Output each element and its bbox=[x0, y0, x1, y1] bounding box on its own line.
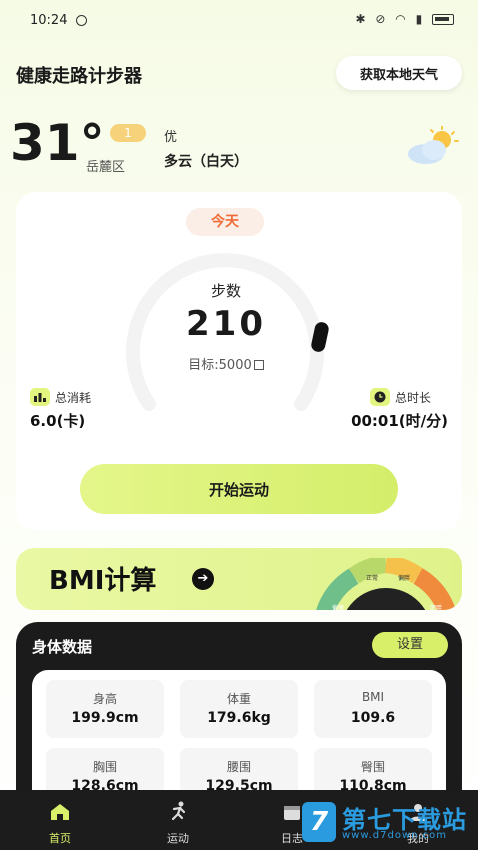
duration-metric: 总时长 bbox=[370, 388, 431, 406]
get-local-weather-button[interactable]: 获取本地天气 bbox=[336, 56, 462, 90]
cell-label: 体重 bbox=[226, 692, 251, 706]
watermark-logo: 7 bbox=[302, 802, 336, 842]
nav-label-home: 首页 bbox=[49, 832, 71, 845]
gauge-label-overweight: 偏胖 bbox=[398, 574, 410, 582]
aqi-level: 优 bbox=[164, 130, 178, 145]
duration-label: 总时长 bbox=[395, 390, 432, 405]
cell-value: 199.9cm bbox=[71, 710, 139, 726]
nav-item-exercise[interactable]: 运动 bbox=[130, 790, 226, 850]
body-data-cell[interactable]: 身高 199.9cm bbox=[46, 680, 164, 738]
status-time: 10:24 bbox=[30, 13, 68, 28]
arrow-right-icon[interactable]: ➔ bbox=[192, 568, 214, 590]
system-icons: ✱ ⊘ ◠ ▮ bbox=[356, 12, 454, 26]
clock-icon bbox=[370, 388, 390, 406]
bmi-banner-title: BMI计算 bbox=[49, 566, 157, 596]
cell-value: 109.6 bbox=[350, 710, 396, 726]
bar-chart-icon bbox=[30, 388, 50, 406]
today-tab[interactable]: 今天 bbox=[186, 208, 264, 236]
aqi-badge: 1 bbox=[110, 124, 146, 142]
district-label: 岳麓区 bbox=[86, 160, 126, 175]
step-goal[interactable]: 目标:5000 bbox=[16, 354, 436, 373]
watermark-url: www.d7down.com bbox=[342, 830, 448, 841]
cell-label: BMI bbox=[361, 690, 385, 704]
steps-label: 步数 bbox=[210, 282, 241, 300]
home-icon bbox=[51, 804, 69, 820]
start-exercise-button[interactable]: 开始运动 bbox=[80, 464, 398, 514]
weather-condition: 多云（白天） bbox=[164, 154, 248, 170]
bmi-calculator-banner[interactable]: BMI计算 ➔ 偏瘦 正常 偏胖 肥胖 bbox=[16, 548, 462, 610]
body-data-cell[interactable]: BMI 109.6 bbox=[314, 680, 432, 738]
body-data-cell[interactable]: 体重 179.6kg bbox=[180, 680, 298, 738]
running-icon bbox=[171, 801, 186, 821]
app-title: 健康走路计步器 bbox=[16, 66, 142, 87]
gauge-label-obese: 肥胖 bbox=[430, 604, 442, 610]
gauge-label-normal: 正常 bbox=[366, 574, 378, 582]
calories-value: 6.0(卡) bbox=[30, 412, 86, 430]
bmi-gauge-graphic: 偏瘦 正常 偏胖 肥胖 bbox=[316, 558, 456, 610]
edit-icon[interactable] bbox=[253, 360, 264, 370]
watermark: 7 第七下载站 www.d7down.com bbox=[298, 798, 478, 848]
duration-value: 00:01(时/分) bbox=[351, 412, 448, 430]
step-goal-text: 目标:5000 bbox=[188, 358, 252, 373]
body-data-title: 身体数据 bbox=[32, 638, 93, 656]
nav-item-home[interactable]: 首页 bbox=[12, 790, 108, 850]
cell-label: 腰围 bbox=[226, 760, 251, 774]
calories-metric: 总消耗 bbox=[30, 388, 91, 406]
partly-cloudy-icon bbox=[408, 126, 459, 164]
alarm-icon bbox=[76, 15, 87, 26]
step-card: 今天 步数 210 目标:5000 总消耗 6.0(卡) 总时长 00:01(时… bbox=[16, 192, 462, 530]
nav-label-exercise: 运动 bbox=[167, 832, 189, 845]
battery-icon bbox=[432, 14, 454, 25]
gauge-label-underweight: 偏瘦 bbox=[332, 604, 344, 610]
cell-value: 179.6kg bbox=[207, 710, 271, 726]
cell-label: 胸围 bbox=[92, 760, 117, 774]
calories-label: 总消耗 bbox=[55, 390, 92, 405]
settings-button[interactable]: 设置 bbox=[372, 632, 448, 658]
cell-label: 臀围 bbox=[360, 760, 385, 774]
steps-count: 210 bbox=[186, 304, 266, 344]
cell-label: 身高 bbox=[92, 692, 117, 706]
status-bar: 10:24 ✱ ⊘ ◠ ▮ bbox=[0, 0, 478, 42]
